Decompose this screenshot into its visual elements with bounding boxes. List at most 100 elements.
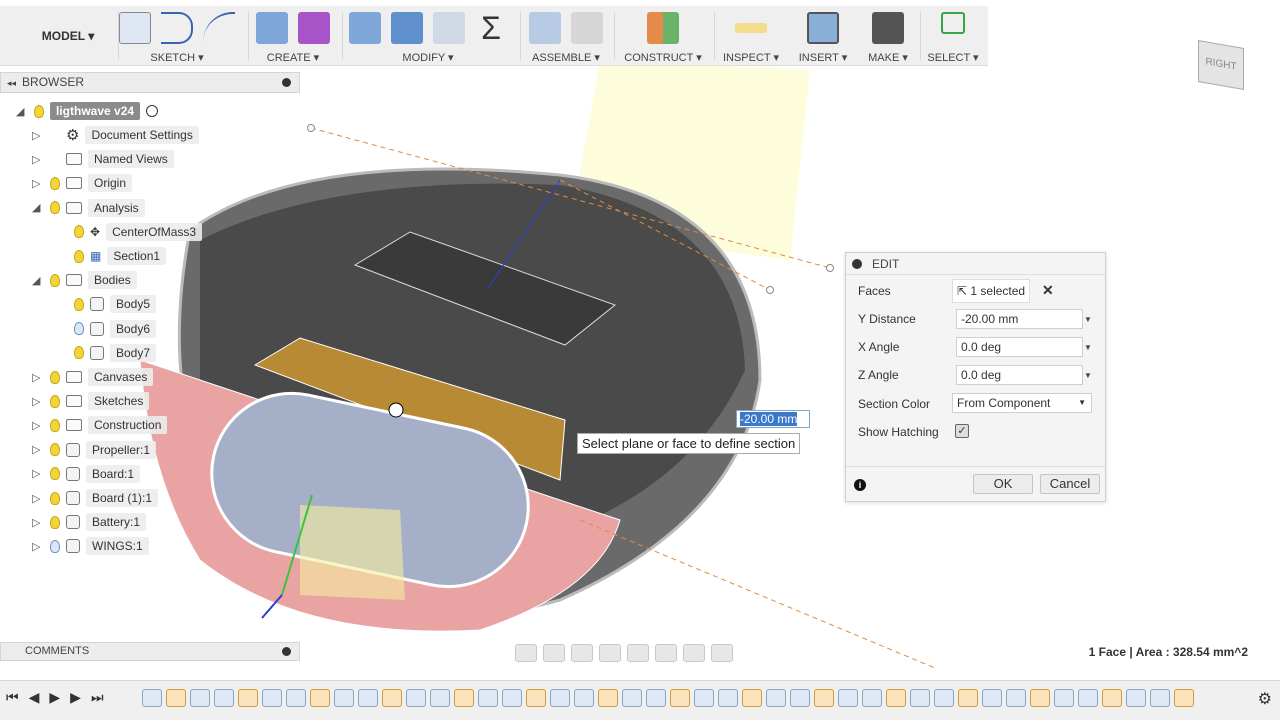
sigma-icon[interactable]: Σ [475, 12, 507, 44]
viewcube[interactable]: RIGHT [1180, 14, 1270, 98]
expand-icon[interactable]: ▷ [32, 467, 44, 480]
browser-item[interactable]: ▷ Sketches [32, 391, 150, 411]
browser-item[interactable]: ▷ Board (1):1 [32, 488, 159, 508]
timeline-feature[interactable] [358, 689, 378, 707]
construct-menu[interactable]: CONSTRUCT [624, 52, 693, 64]
timeline-feature[interactable] [670, 689, 690, 707]
viewports-icon[interactable] [711, 644, 733, 662]
timeline-feature[interactable] [574, 689, 594, 707]
timeline-feature[interactable] [310, 689, 330, 707]
browser-item[interactable]: ◢ Analysis [32, 198, 145, 218]
show-hatching-checkbox[interactable]: ✓ [955, 424, 969, 438]
modify-group[interactable]: Σ MODIFY ▾ [342, 6, 514, 66]
extrude-icon[interactable] [256, 12, 288, 44]
browser-item[interactable]: ✥ CenterOfMass3 [74, 222, 203, 242]
y-distance-input[interactable]: -20.00 mm [956, 309, 1083, 329]
z-angle-input[interactable]: 0.0 deg [956, 365, 1083, 385]
collapse-icon[interactable]: ◢ [32, 201, 44, 214]
combine-icon[interactable] [391, 12, 423, 44]
timeline-feature[interactable] [814, 689, 834, 707]
expand-icon[interactable]: ▷ [32, 419, 44, 432]
visibility-bulb-icon[interactable] [50, 491, 60, 505]
assemble-group[interactable]: ASSEMBLE ▾ [520, 6, 612, 66]
timeline-feature[interactable] [406, 689, 426, 707]
add-comment-icon[interactable] [282, 647, 291, 656]
create-menu[interactable]: CREATE [267, 52, 311, 64]
timeline-feature[interactable] [166, 689, 186, 707]
x-angle-input[interactable]: 0.0 deg [956, 337, 1083, 357]
timeline-feature[interactable] [1030, 689, 1050, 707]
insert-image-icon[interactable] [807, 12, 839, 44]
insert-group[interactable]: INSERT ▾ [790, 6, 856, 66]
spline-icon[interactable] [203, 12, 235, 44]
measure-icon[interactable] [735, 23, 767, 33]
info-icon[interactable]: i [854, 479, 866, 491]
step-back-icon[interactable]: ◀ [29, 689, 40, 706]
chamfer-icon[interactable] [433, 12, 465, 44]
timeline-feature[interactable] [334, 689, 354, 707]
timeline-feature[interactable] [886, 689, 906, 707]
dropdown-arrow-icon[interactable]: ▼ [1084, 343, 1092, 352]
look-at-icon[interactable] [543, 644, 565, 662]
timeline-feature[interactable] [838, 689, 858, 707]
make-menu[interactable]: MAKE [868, 52, 899, 64]
timeline-feature[interactable] [286, 689, 306, 707]
expand-icon[interactable]: ▷ [32, 129, 44, 142]
visibility-bulb-icon[interactable] [50, 467, 60, 481]
browser-item[interactable]: ▦ Section1 [74, 246, 167, 266]
timeline-feature[interactable] [958, 689, 978, 707]
inspect-group[interactable]: INSPECT ▾ [714, 6, 788, 66]
timeline-feature[interactable] [550, 689, 570, 707]
grid-icon[interactable] [683, 644, 705, 662]
joint-icon[interactable] [571, 12, 603, 44]
line-icon[interactable] [161, 12, 193, 44]
section-color-select[interactable]: From Component ▼ [952, 393, 1092, 413]
create-group[interactable]: CREATE ▾ [248, 6, 338, 66]
comments-panel[interactable]: COMMENTS [0, 642, 300, 661]
visibility-bulb-icon[interactable] [50, 418, 60, 432]
expand-icon[interactable]: ◢ [16, 105, 28, 118]
browser-item[interactable]: ▷ Canvases [32, 367, 154, 387]
timeline-feature[interactable] [742, 689, 762, 707]
timeline-feature[interactable] [190, 689, 210, 707]
dropdown-arrow-icon[interactable]: ▼ [1084, 315, 1092, 324]
fit-icon[interactable] [627, 644, 649, 662]
sketch-group[interactable]: SKETCH ▾ [118, 6, 236, 66]
timeline-feature[interactable] [598, 689, 618, 707]
ok-button[interactable]: OK [973, 474, 1033, 494]
timeline-feature[interactable] [910, 689, 930, 707]
visibility-bulb-icon[interactable] [34, 104, 44, 118]
timeline-feature[interactable] [982, 689, 1002, 707]
offset-plane-icon[interactable] [647, 12, 679, 44]
go-to-start-icon[interactable]: ⏮ [6, 689, 19, 706]
timeline-feature[interactable] [1102, 689, 1122, 707]
select-menu[interactable]: SELECT [927, 52, 970, 64]
visibility-bulb-icon[interactable] [50, 443, 60, 457]
timeline-feature[interactable] [862, 689, 882, 707]
timeline-feature[interactable] [1054, 689, 1074, 707]
visibility-bulb-icon[interactable] [50, 370, 60, 384]
collapse-icon[interactable]: ◂◂ [1, 78, 22, 88]
timeline-feature[interactable] [1126, 689, 1146, 707]
timeline-feature[interactable] [766, 689, 786, 707]
select-icon[interactable] [941, 12, 965, 34]
expand-icon[interactable]: ▷ [32, 443, 44, 456]
browser-item[interactable]: ▷ WINGS:1 [32, 536, 149, 556]
visibility-bulb-icon[interactable] [74, 346, 84, 360]
expand-icon[interactable]: ▷ [32, 540, 44, 553]
timeline-feature[interactable] [934, 689, 954, 707]
pan-icon[interactable] [571, 644, 593, 662]
distance-input[interactable]: -20.00 mm [736, 410, 810, 428]
press-pull-icon[interactable] [349, 12, 381, 44]
timeline-feature[interactable] [142, 689, 162, 707]
display-settings-icon[interactable] [655, 644, 677, 662]
browser-item[interactable]: ▷ Origin [32, 173, 133, 193]
expand-icon[interactable]: ▷ [32, 492, 44, 505]
visibility-bulb-icon[interactable] [50, 176, 60, 190]
collapse-icon[interactable]: ◢ [32, 274, 44, 287]
browser-item[interactable]: ▷ Propeller:1 [32, 440, 157, 460]
visibility-bulb-icon[interactable] [74, 225, 84, 239]
clear-selection-icon[interactable]: ✕ [1042, 282, 1054, 299]
timeline-feature[interactable] [790, 689, 810, 707]
play-icon[interactable]: ▶ [49, 689, 60, 706]
